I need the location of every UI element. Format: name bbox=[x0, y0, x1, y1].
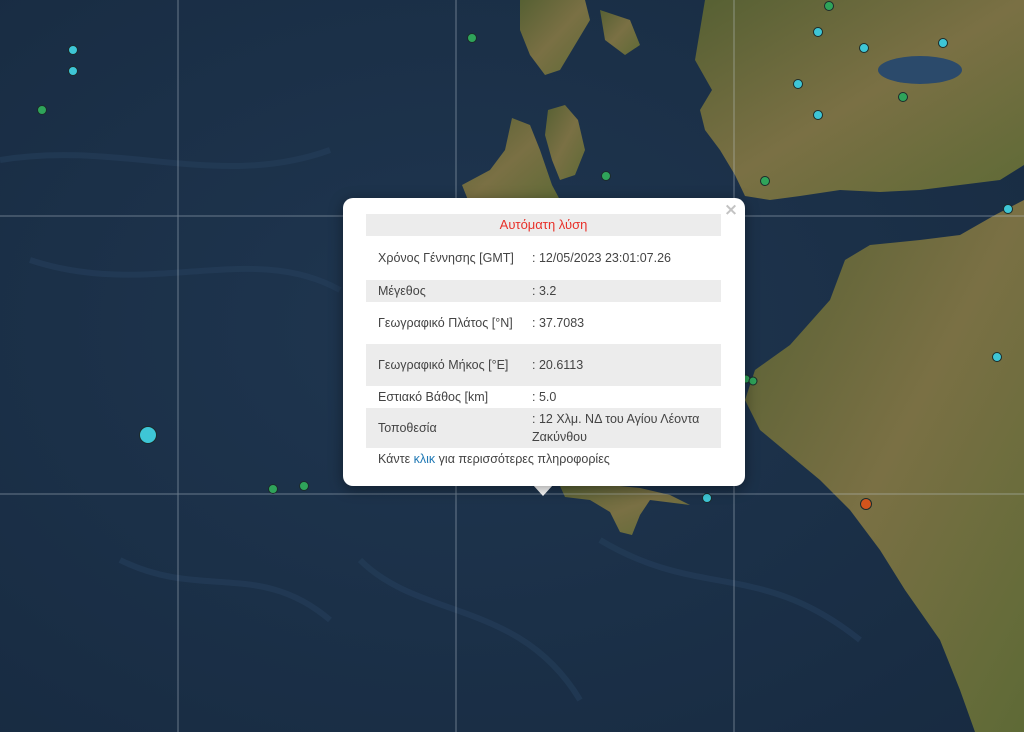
quake-marker-recent[interactable] bbox=[860, 498, 872, 510]
row-value: : 12 Χλμ. ΝΔ του Αγίου Λέοντα Ζακύνθου bbox=[532, 412, 700, 444]
quake-marker[interactable] bbox=[299, 481, 309, 491]
quake-marker[interactable] bbox=[37, 105, 47, 115]
quake-marker[interactable] bbox=[760, 176, 770, 186]
row-label: Χρόνος Γέννησης [GMT] bbox=[378, 250, 514, 265]
earthquake-info-table: Χρόνος Γέννησης [GMT] : 12/05/2023 23:01… bbox=[366, 236, 721, 448]
row-value: : 3.2 bbox=[532, 284, 557, 298]
quake-marker[interactable] bbox=[268, 484, 278, 494]
row-label: Μέγεθος bbox=[378, 283, 426, 298]
quake-marker[interactable] bbox=[938, 38, 948, 48]
quake-marker[interactable] bbox=[1003, 204, 1013, 214]
row-latitude: Γεωγραφικό Πλάτος [°N] : 37.7083 bbox=[366, 302, 721, 344]
lake bbox=[878, 56, 962, 84]
earthquake-popup: × Αυτόματη λύση Χρόνος Γέννησης [GMT] : … bbox=[343, 198, 745, 486]
row-location: Τοποθεσία : 12 Χλμ. ΝΔ του Αγίου Λέοντα … bbox=[366, 408, 721, 448]
quake-marker[interactable] bbox=[702, 493, 712, 503]
quake-marker[interactable] bbox=[467, 33, 477, 43]
row-value: : 20.6113 bbox=[532, 358, 584, 372]
row-value: : 12/05/2023 23:01:07.26 bbox=[532, 251, 672, 265]
quake-marker[interactable] bbox=[68, 45, 78, 55]
row-magnitude: Μέγεθος : 3.2 bbox=[366, 280, 721, 302]
mainland-north bbox=[695, 0, 1024, 200]
quake-marker[interactable] bbox=[793, 79, 803, 89]
quake-marker[interactable] bbox=[813, 27, 823, 37]
quake-marker[interactable] bbox=[898, 92, 908, 102]
more-info-line: Κάντε κλικ για περισσότερες πληροφορίες bbox=[378, 452, 610, 466]
more-info-suffix: για περισσότερες πληροφορίες bbox=[438, 452, 610, 466]
quake-marker[interactable] bbox=[824, 1, 834, 11]
quake-marker[interactable] bbox=[68, 66, 78, 76]
row-label: Γεωγραφικό Πλάτος [°N] bbox=[378, 315, 513, 330]
more-info-prefix: Κάντε bbox=[378, 452, 411, 466]
row-depth: Εστιακό Βάθος [km] : 5.0 bbox=[366, 386, 721, 408]
popup-tip bbox=[533, 485, 553, 496]
row-label: Τοποθεσία bbox=[378, 420, 437, 435]
row-value: : 37.7083 bbox=[532, 316, 585, 330]
quake-marker-large[interactable] bbox=[139, 426, 157, 444]
quake-marker[interactable] bbox=[859, 43, 869, 53]
row-longitude: Γεωγραφικό Μήκος [°E] : 20.6113 bbox=[366, 344, 721, 386]
quake-marker[interactable] bbox=[813, 110, 823, 120]
row-label: Εστιακό Βάθος [km] bbox=[378, 389, 489, 404]
quake-marker[interactable] bbox=[748, 376, 758, 386]
close-icon[interactable]: × bbox=[723, 201, 739, 219]
quake-marker[interactable] bbox=[601, 171, 611, 181]
row-value: : 5.0 bbox=[532, 390, 557, 404]
row-origin-time: Χρόνος Γέννησης [GMT] : 12/05/2023 23:01… bbox=[366, 236, 721, 280]
more-info-link[interactable]: κλικ bbox=[414, 452, 436, 466]
row-label: Γεωγραφικό Μήκος [°E] bbox=[378, 357, 509, 372]
popup-header: Αυτόματη λύση bbox=[366, 214, 721, 236]
quake-marker[interactable] bbox=[992, 352, 1002, 362]
